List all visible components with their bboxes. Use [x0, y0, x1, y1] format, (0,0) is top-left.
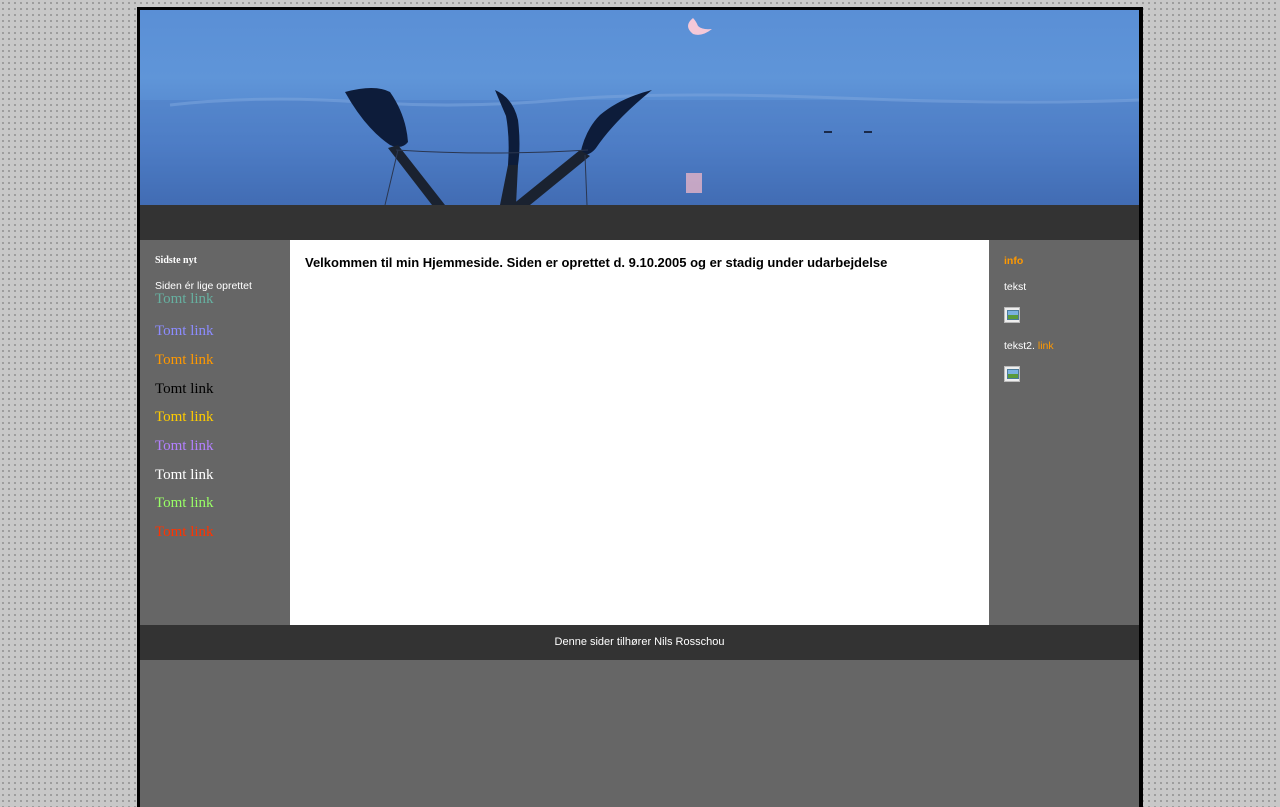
left-sidebar: Sidste nyt Siden ér lige oprettet Tomt l…: [140, 240, 290, 625]
sidebar-link-2[interactable]: Tomt link: [155, 323, 214, 340]
sidebar-link-9[interactable]: Tomt link: [155, 524, 214, 541]
sidebar-link-8[interactable]: Tomt link: [155, 495, 214, 512]
sidebar-link-7[interactable]: Tomt link: [155, 467, 214, 484]
info-text-2-row: tekst2. link: [1004, 340, 1054, 352]
footer-text: Denne sider tilhører Nils Rosschou: [554, 636, 725, 648]
sidebar-link-3[interactable]: Tomt link: [155, 352, 214, 369]
info-text-1: tekst: [1004, 281, 1027, 293]
sidebar-link-5[interactable]: Tomt link: [155, 409, 214, 426]
welcome-text: Velkommen til min Hjemmeside. Siden er o…: [305, 255, 888, 270]
nav-bar: [140, 205, 1139, 240]
info-title: info: [1004, 255, 1024, 267]
page-inner: Sidste nyt Siden ér lige oprettet Tomt l…: [140, 10, 1139, 807]
main-content: Velkommen til min Hjemmeside. Siden er o…: [290, 240, 989, 625]
sidebar-link-4[interactable]: Tomt link: [155, 381, 214, 398]
right-sidebar: info tekst tekst2. link: [989, 240, 1139, 625]
page-frame: Sidste nyt Siden ér lige oprettet Tomt l…: [137, 7, 1143, 807]
sidebar-link-1[interactable]: Tomt link: [155, 291, 214, 308]
news-title: Sidste nyt: [155, 255, 197, 266]
info-text-2: tekst2.: [1004, 340, 1035, 352]
header-banner-image: [140, 10, 1139, 205]
info-link[interactable]: link: [1038, 340, 1054, 352]
sidebar-link-6[interactable]: Tomt link: [155, 438, 214, 455]
broken-image-icon[interactable]: [1004, 307, 1020, 323]
broken-image-icon[interactable]: [1004, 366, 1020, 382]
footer: Denne sider tilhører Nils Rosschou: [140, 625, 1139, 660]
